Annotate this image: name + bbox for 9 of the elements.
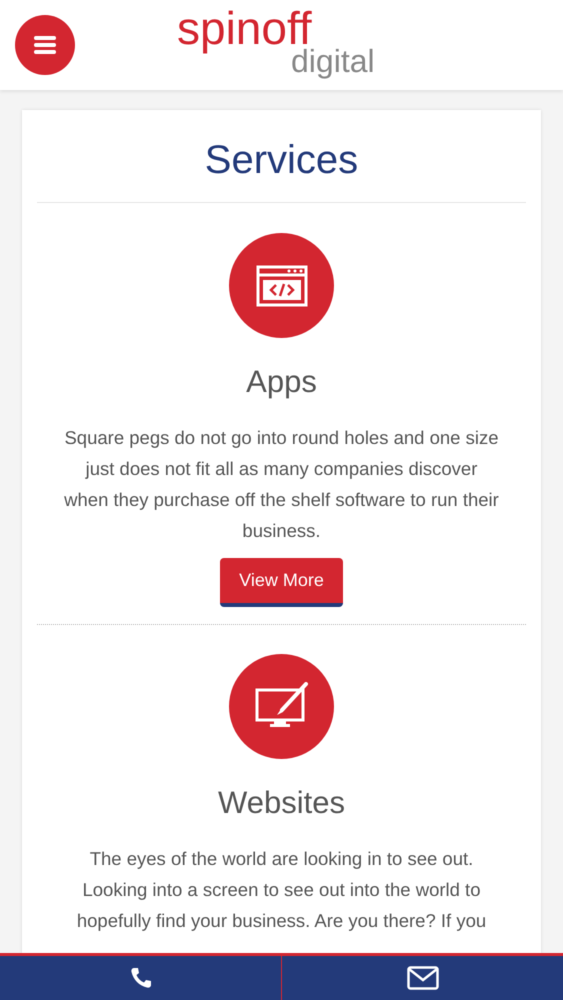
service-title: Apps xyxy=(246,363,317,401)
service-description: The eyes of the world are looking in to see out. Looking into a screen to see out into the world to hopefully find your business. Are you there? If you xyxy=(76,847,488,933)
menu-icon xyxy=(34,36,56,54)
section-title: Services xyxy=(204,137,360,184)
mail-icon xyxy=(406,966,438,990)
phone-icon xyxy=(128,966,152,990)
service-description: Square pegs do not go into round holes and one size just does not fit all as many companies discover when they purchase off the shelf software to run their business. xyxy=(63,426,500,543)
service-title: Websites xyxy=(218,784,345,822)
view-more-button[interactable]: View More xyxy=(220,558,343,607)
